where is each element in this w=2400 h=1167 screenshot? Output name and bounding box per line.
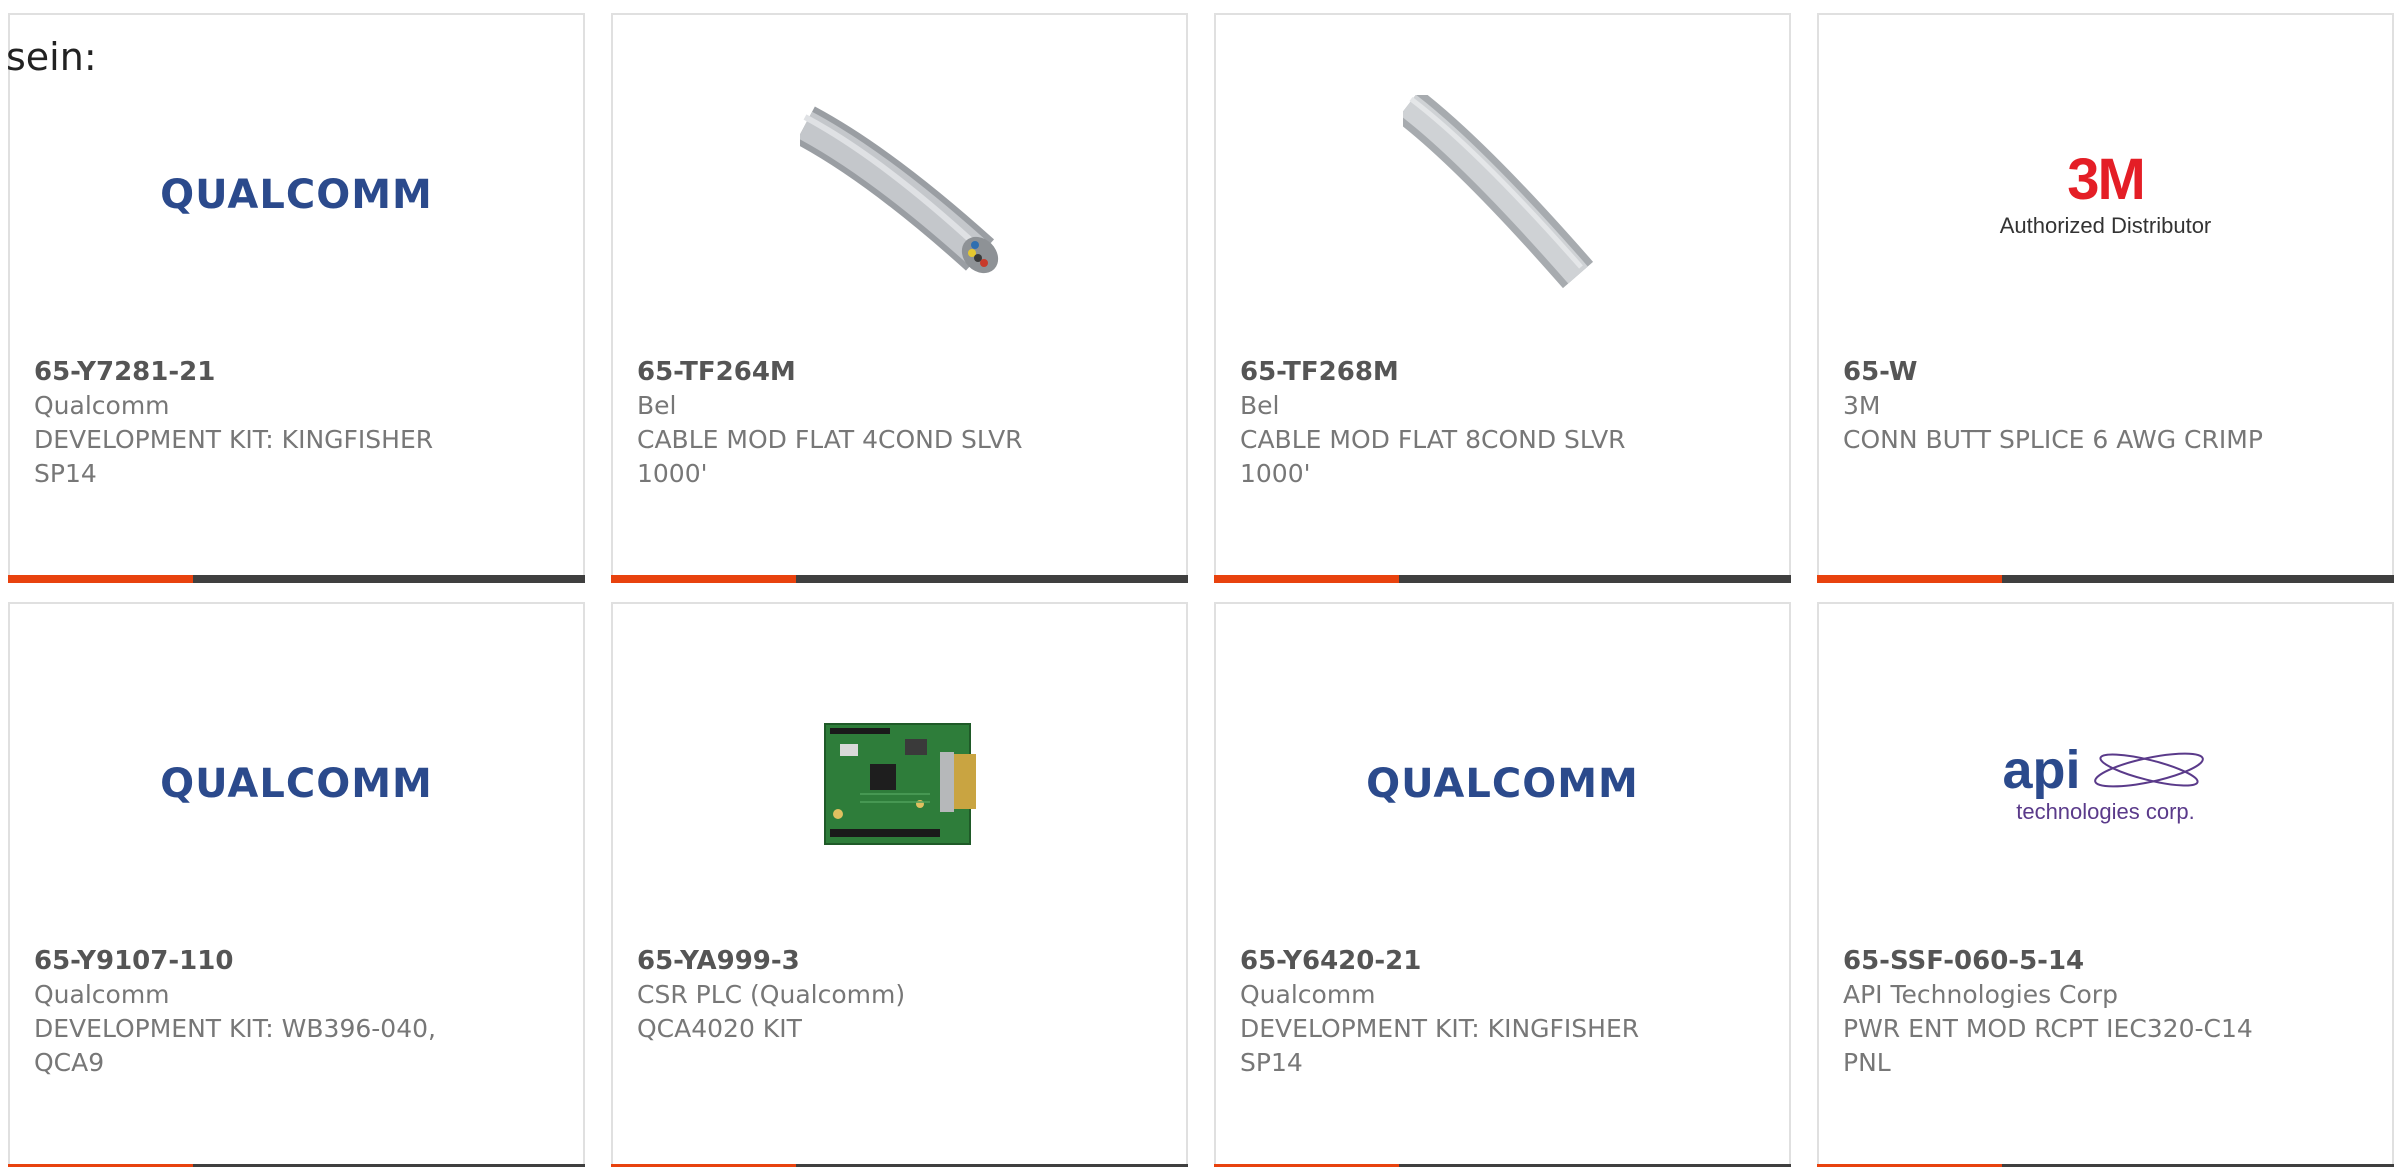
product-manufacturer: Bel [1240,391,1280,420]
product-description: CABLE MOD FLAT 4COND SLVR 1000' [637,425,1023,488]
product-image[interactable] [613,75,1186,315]
product-info: 65-W 3M CONN BUTT SPLICE 6 AWG CRIMP [1843,355,2283,457]
product-manufacturer: CSR PLC (Qualcomm) [637,980,906,1009]
3m-logo-subtext: Authorized Distributor [1999,213,2212,238]
product-description: DEVELOPMENT KIT: KINGFISHER SP14 [1240,1014,1640,1077]
product-info: 65-TF268M Bel CABLE MOD FLAT 8COND SLVR … [1240,355,1680,491]
api-logo-word: api [2002,740,2081,800]
product-description: CONN BUTT SPLICE 6 AWG CRIMP [1843,425,2263,454]
product-part-number[interactable]: 65-Y6420-21 [1240,944,1680,978]
product-description: PWR ENT MOD RCPT IEC320-C14 PNL [1843,1014,2253,1077]
product-info: 65-SSF-060-5-14 API Technologies Corp PW… [1843,944,2283,1080]
product-card[interactable]: 65-TF264M Bel CABLE MOD FLAT 4COND SLVR … [611,13,1188,583]
product-part-number[interactable]: 65-SSF-060-5-14 [1843,944,2283,978]
product-grid: QUALCOMM 65-Y7281-21 Qualcomm DEVELOPMEN… [8,13,2400,1167]
card-bottom-bar [1214,575,1791,583]
product-card[interactable]: QUALCOMM 65-Y9107-110 Qualcomm DEVELOPME… [8,602,585,1167]
product-card[interactable]: QUALCOMM 65-Y7281-21 Qualcomm DEVELOPMEN… [8,13,585,583]
qualcomm-logo: QUALCOMM [160,761,433,807]
product-manufacturer: Qualcomm [34,980,170,1009]
product-image[interactable] [613,664,1186,904]
card-accent-bar [1817,575,2002,583]
card-bottom-bar [8,575,585,583]
product-image[interactable]: 3M Authorized Distributor [1819,75,2392,315]
product-card[interactable]: 3M Authorized Distributor 65-W 3M CONN B… [1817,13,2394,583]
3m-logo-mark: 3M [2067,147,2146,212]
product-info: 65-TF264M Bel CABLE MOD FLAT 4COND SLVR … [637,355,1077,491]
flat-cable-4cond-photo [799,95,1000,295]
product-card[interactable]: 65-TF268M Bel CABLE MOD FLAT 8COND SLVR … [1214,13,1791,583]
product-description: DEVELOPMENT KIT: WB396-040, QCA9 [34,1014,436,1077]
api-logo-subtext: technologies corp. [2016,799,2195,824]
product-card[interactable]: QUALCOMM 65-Y6420-21 Qualcomm DEVELOPMEN… [1214,602,1791,1167]
card-accent-bar [1214,575,1399,583]
card-bottom-bar [611,575,1188,583]
page: sein: QUALCOMM 65-Y7281-21 Qualcomm DEVE… [0,0,2400,1167]
product-part-number[interactable]: 65-W [1843,355,2283,389]
card-accent-bar [611,575,796,583]
product-info: 65-Y7281-21 Qualcomm DEVELOPMENT KIT: KI… [34,355,474,491]
3m-logo: 3M Authorized Distributor [2000,151,2212,239]
product-image[interactable]: QUALCOMM [10,664,583,904]
card-bottom-bar [1817,575,2394,583]
product-info: 65-Y9107-110 Qualcomm DEVELOPMENT KIT: W… [34,944,474,1080]
product-manufacturer: Qualcomm [34,391,170,420]
flat-cable-8cond-photo [1402,95,1603,295]
product-card[interactable]: 65-YA999-3 CSR PLC (Qualcomm) QCA4020 KI… [611,602,1188,1167]
product-manufacturer: Bel [637,391,677,420]
product-part-number[interactable]: 65-TF264M [637,355,1077,389]
qualcomm-logo: QUALCOMM [1366,761,1639,807]
product-part-number[interactable]: 65-TF268M [1240,355,1680,389]
product-info: 65-Y6420-21 Qualcomm DEVELOPMENT KIT: KI… [1240,944,1680,1080]
product-part-number[interactable]: 65-Y9107-110 [34,944,474,978]
pcb-board-photo [799,684,1000,884]
product-card[interactable]: api technologies corp. 65-SSF-060-5-14 A… [1817,602,2394,1167]
product-description: DEVELOPMENT KIT: KINGFISHER SP14 [34,425,434,488]
product-description: QCA4020 KIT [637,1014,802,1043]
product-description: CABLE MOD FLAT 8COND SLVR 1000' [1240,425,1626,488]
product-info: 65-YA999-3 CSR PLC (Qualcomm) QCA4020 KI… [637,944,1077,1046]
product-image[interactable] [1216,75,1789,315]
api-technologies-logo: api technologies corp. [2002,743,2208,825]
intro-text: sein: [6,35,97,79]
product-part-number[interactable]: 65-YA999-3 [637,944,1077,978]
product-manufacturer: API Technologies Corp [1843,980,2118,1009]
product-manufacturer: Qualcomm [1240,980,1376,1009]
card-accent-bar [8,575,193,583]
product-image[interactable]: QUALCOMM [1216,664,1789,904]
product-image[interactable]: QUALCOMM [10,75,583,315]
product-manufacturer: 3M [1843,391,1881,420]
orbit-icon [2093,752,2204,788]
qualcomm-logo: QUALCOMM [160,172,433,218]
product-image[interactable]: api technologies corp. [1819,664,2392,904]
product-part-number[interactable]: 65-Y7281-21 [34,355,474,389]
